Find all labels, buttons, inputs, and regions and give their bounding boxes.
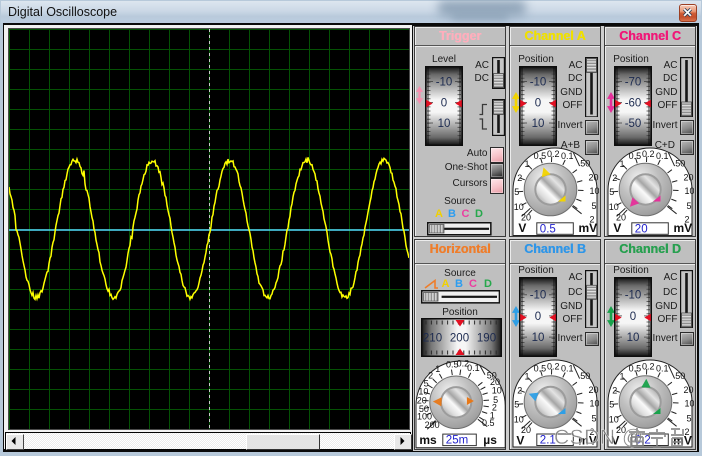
- svg-text:2: 2: [517, 173, 522, 183]
- svg-text:50: 50: [580, 371, 590, 381]
- svg-text:0.5: 0.5: [629, 151, 642, 161]
- svg-text:10: 10: [514, 415, 524, 425]
- svg-text:0.1: 0.1: [656, 151, 669, 161]
- svg-text:10: 10: [589, 399, 599, 409]
- svg-text:5: 5: [686, 201, 691, 211]
- svg-text:20: 20: [683, 172, 693, 182]
- svg-text:5: 5: [514, 400, 519, 410]
- svg-text:25m: 25m: [446, 435, 468, 447]
- svg-text:20: 20: [683, 385, 693, 395]
- svg-text:10: 10: [609, 415, 619, 425]
- svg-text:0.5: 0.5: [482, 418, 495, 428]
- svg-text:2: 2: [612, 173, 617, 183]
- svg-text:1: 1: [619, 372, 624, 382]
- svg-text:0.5: 0.5: [540, 223, 556, 235]
- svg-text:0.2: 0.2: [642, 361, 655, 371]
- svg-text:0.2: 0.2: [547, 148, 560, 158]
- svg-text:-10: -10: [436, 77, 453, 89]
- svg-text:20: 20: [635, 223, 648, 235]
- svg-text:0.1: 0.1: [561, 151, 574, 161]
- svg-text:20: 20: [588, 385, 598, 395]
- svg-text:10: 10: [438, 118, 451, 130]
- svg-text:0.5: 0.5: [534, 151, 547, 161]
- svg-text:50: 50: [675, 158, 685, 168]
- svg-text:5: 5: [514, 187, 519, 197]
- svg-text:10: 10: [589, 186, 599, 196]
- svg-text:10: 10: [609, 202, 619, 212]
- svg-text:10: 10: [684, 399, 694, 409]
- svg-text:2: 2: [428, 371, 433, 381]
- svg-text:V: V: [516, 433, 524, 447]
- svg-text:5: 5: [686, 414, 691, 424]
- svg-text:0.2: 0.2: [642, 148, 655, 158]
- svg-text:2: 2: [612, 386, 617, 396]
- svg-text:5: 5: [609, 400, 614, 410]
- svg-text:1: 1: [435, 364, 440, 374]
- svg-text:10: 10: [514, 202, 524, 212]
- svg-text:0.2: 0.2: [547, 361, 560, 371]
- svg-text:50: 50: [675, 371, 685, 381]
- svg-text:2: 2: [517, 386, 522, 396]
- svg-text:200: 200: [450, 332, 469, 344]
- svg-text:mV: mV: [673, 220, 692, 234]
- svg-text:mV: mV: [578, 220, 597, 234]
- svg-text:µs: µs: [483, 433, 497, 447]
- svg-text:5: 5: [591, 414, 596, 424]
- svg-text:1: 1: [524, 159, 529, 169]
- svg-text:190: 190: [477, 332, 496, 344]
- svg-text:1: 1: [619, 159, 624, 169]
- svg-text:20: 20: [417, 396, 427, 406]
- svg-text:50: 50: [580, 158, 590, 168]
- svg-text:0.1: 0.1: [467, 363, 480, 373]
- svg-text:0.5: 0.5: [629, 364, 642, 374]
- svg-text:10: 10: [684, 186, 694, 196]
- svg-text:0.1: 0.1: [561, 364, 574, 374]
- svg-text:5: 5: [609, 187, 614, 197]
- svg-text:20: 20: [588, 172, 598, 182]
- svg-text:V: V: [613, 220, 621, 234]
- svg-text:ms: ms: [419, 433, 437, 447]
- svg-text:1: 1: [524, 372, 529, 382]
- svg-text:0: 0: [441, 98, 447, 110]
- svg-text:0.5: 0.5: [534, 364, 547, 374]
- svg-text:5: 5: [591, 201, 596, 211]
- svg-text:0.1: 0.1: [656, 364, 669, 374]
- svg-text:V: V: [518, 220, 526, 234]
- svg-text:210: 210: [423, 332, 442, 344]
